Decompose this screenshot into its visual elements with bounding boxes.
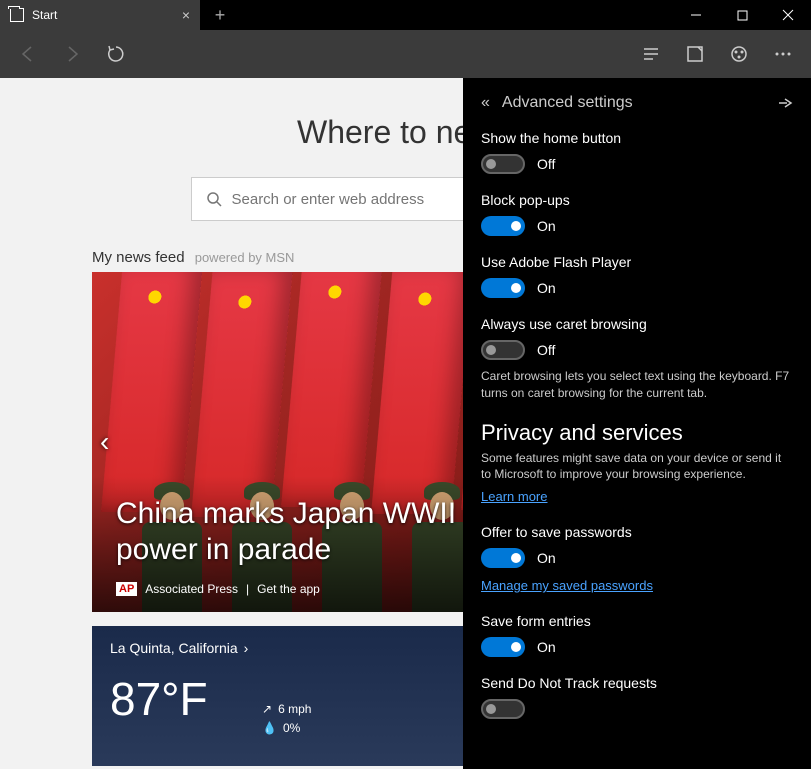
- get-app-link[interactable]: Get the app: [257, 582, 320, 596]
- window-controls: [673, 0, 811, 30]
- setting-a3: Always use caret browsing Off Caret browsi…: [481, 316, 793, 402]
- toggle-switch[interactable]: [481, 278, 525, 298]
- feed-label: My news feed: [92, 249, 185, 266]
- pin-icon[interactable]: [777, 95, 793, 111]
- weather-stats: ↗6 mph 💧0%: [262, 700, 311, 738]
- toolbar: [0, 30, 811, 78]
- toggle-state: On: [537, 550, 556, 566]
- setting-a2: Use Adobe Flash Player On: [481, 254, 793, 298]
- toggle-state: On: [537, 639, 556, 655]
- toggle-switch[interactable]: [481, 699, 525, 719]
- setting-b2: Send Do Not Track requests: [481, 675, 793, 719]
- droplet-icon: 💧: [262, 719, 277, 738]
- setting-b0: Offer to save passwords On Manage my saved…: [481, 524, 793, 595]
- toggle-switch[interactable]: [481, 216, 525, 236]
- search-icon: [206, 191, 222, 207]
- share-button[interactable]: [719, 34, 759, 74]
- settings-panel: « Advanced settings Show the home button…: [463, 78, 811, 769]
- feed-powered-by: powered by MSN: [195, 250, 295, 265]
- toggle-switch[interactable]: [481, 340, 525, 360]
- web-note-button[interactable]: [675, 34, 715, 74]
- back-button[interactable]: [8, 34, 48, 74]
- new-tab-button[interactable]: +: [200, 0, 240, 30]
- privacy-section-desc: Some features might save data on your de…: [481, 450, 793, 484]
- maximize-button[interactable]: [719, 0, 765, 30]
- source-badge: AP: [116, 582, 137, 596]
- setting-label: Send Do Not Track requests: [481, 675, 793, 691]
- minimize-button[interactable]: [673, 0, 719, 30]
- more-button[interactable]: [763, 34, 803, 74]
- hero-prev-button[interactable]: ‹: [100, 426, 109, 458]
- panel-header: « Advanced settings: [481, 94, 793, 112]
- setting-desc: Caret browsing lets you select text usin…: [481, 368, 793, 402]
- setting-label: Use Adobe Flash Player: [481, 254, 793, 270]
- forward-button[interactable]: [52, 34, 92, 74]
- privacy-section-title: Privacy and services: [481, 420, 793, 446]
- titlebar: Start × +: [0, 0, 811, 30]
- setting-label: Show the home button: [481, 130, 793, 146]
- toggle-switch[interactable]: [481, 637, 525, 657]
- learn-more-link[interactable]: Learn more: [481, 489, 547, 504]
- toggle-state: Off: [537, 156, 555, 172]
- reading-view-button[interactable]: [631, 34, 671, 74]
- setting-label: Block pop-ups: [481, 192, 793, 208]
- setting-b1: Save form entries On: [481, 613, 793, 657]
- setting-label: Save form entries: [481, 613, 793, 629]
- toggle-switch[interactable]: [481, 548, 525, 568]
- toggle-state: On: [537, 280, 556, 296]
- weather-location: La Quinta, California ›: [110, 640, 448, 656]
- setting-label: Offer to save passwords: [481, 524, 793, 540]
- hero-source: Associated Press: [145, 582, 238, 596]
- wind-icon: ↗: [262, 700, 272, 719]
- close-tab-icon[interactable]: ×: [182, 7, 190, 23]
- browser-tab[interactable]: Start ×: [0, 0, 200, 30]
- back-icon[interactable]: «: [481, 94, 490, 112]
- weather-card[interactable]: La Quinta, California › 87°F ↗6 mph 💧0%: [92, 626, 466, 766]
- setting-label: Always use caret browsing: [481, 316, 793, 332]
- setting-link[interactable]: Manage my saved passwords: [481, 578, 653, 593]
- toggle-state: Off: [537, 342, 555, 358]
- panel-title: Advanced settings: [502, 94, 633, 112]
- toggle-switch[interactable]: [481, 154, 525, 174]
- refresh-button[interactable]: [96, 34, 136, 74]
- close-window-button[interactable]: [765, 0, 811, 30]
- tab-icon: [10, 8, 24, 22]
- toggle-state: On: [537, 218, 556, 234]
- tab-title: Start: [32, 8, 57, 22]
- setting-a0: Show the home button Off: [481, 130, 793, 174]
- chevron-right-icon: ›: [244, 640, 249, 656]
- setting-a1: Block pop-ups On: [481, 192, 793, 236]
